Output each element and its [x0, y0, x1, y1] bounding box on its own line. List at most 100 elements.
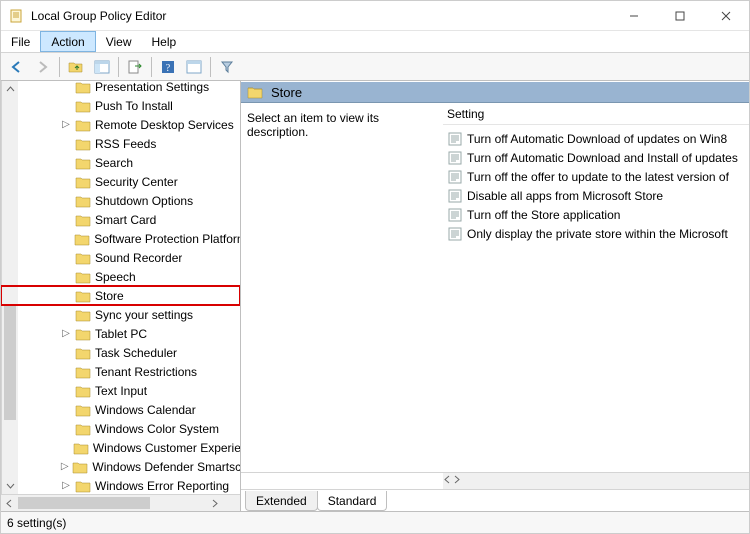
tree-item[interactable]: Windows Color System	[1, 419, 240, 438]
view-tabs: Extended Standard	[241, 489, 749, 511]
setting-label: Disable all apps from Microsoft Store	[467, 189, 663, 203]
tree-item-label: Sync your settings	[95, 308, 193, 322]
expand-icon[interactable]: ▷	[57, 481, 75, 491]
category-title: Store	[271, 85, 302, 100]
filter-button[interactable]	[215, 56, 239, 78]
tree-item[interactable]: Windows Customer Experience	[1, 438, 240, 457]
setting-item[interactable]: Only display the private store within th…	[443, 224, 749, 243]
folder-icon	[75, 289, 91, 303]
scroll-track[interactable]	[18, 495, 206, 511]
setting-item[interactable]: Turn off Automatic Download and Install …	[443, 148, 749, 167]
tab-standard[interactable]: Standard	[317, 491, 388, 511]
setting-item[interactable]: Turn off the offer to update to the late…	[443, 167, 749, 186]
setting-item[interactable]: Turn off the Store application	[443, 205, 749, 224]
minimize-button[interactable]	[611, 1, 657, 31]
folder-icon	[75, 384, 91, 398]
menu-help[interactable]: Help	[142, 31, 187, 52]
tree-item[interactable]: Windows Calendar	[1, 400, 240, 419]
tree-item[interactable]: ▷Windows Error Reporting	[1, 476, 240, 494]
tree-item[interactable]: ▷Tablet PC	[1, 324, 240, 343]
folder-icon	[75, 175, 91, 189]
tree-vertical-scrollbar[interactable]	[1, 81, 18, 494]
tree-item-label: Search	[95, 156, 133, 170]
menu-action[interactable]: Action	[40, 31, 95, 52]
tree-item[interactable]: Smart Card	[1, 210, 240, 229]
tree-view[interactable]: Presentation Settings Push To Install▷Rem…	[1, 81, 240, 494]
column-header-setting[interactable]: Setting	[443, 103, 749, 125]
toolbar: ?	[1, 53, 749, 81]
description-prompt: Select an item to view its description.	[247, 111, 379, 139]
tree-item-label: Presentation Settings	[95, 81, 209, 94]
folder-icon	[75, 137, 91, 151]
tree-item[interactable]: ▷Remote Desktop Services	[1, 115, 240, 134]
menu-view[interactable]: View	[96, 31, 142, 52]
folder-icon	[75, 81, 91, 94]
tree-item[interactable]: Software Protection Platform	[1, 229, 240, 248]
tree-item-label: RSS Feeds	[95, 137, 156, 151]
folder-icon	[73, 441, 89, 455]
tree-item[interactable]: RSS Feeds	[1, 134, 240, 153]
back-button[interactable]	[5, 56, 29, 78]
show-hide-tree-button[interactable]	[90, 56, 114, 78]
statusbar: 6 setting(s)	[1, 511, 749, 533]
export-list-button[interactable]	[123, 56, 147, 78]
tree-item[interactable]: Sync your settings	[1, 305, 240, 324]
gpedit-window: Local Group Policy Editor File Action Vi…	[0, 0, 750, 534]
menu-file[interactable]: File	[1, 31, 40, 52]
scroll-right-button[interactable]	[206, 495, 223, 511]
toolbar-separator	[59, 57, 60, 77]
folder-icon	[74, 232, 90, 246]
app-icon	[9, 8, 25, 24]
scroll-left-button[interactable]	[1, 495, 18, 511]
tree-horizontal-scrollbar[interactable]	[1, 494, 240, 511]
folder-icon	[75, 365, 91, 379]
scroll-thumb[interactable]	[18, 497, 150, 509]
tree-item[interactable]: Store	[1, 286, 240, 305]
close-button[interactable]	[703, 1, 749, 31]
folder-icon	[75, 99, 91, 113]
forward-button[interactable]	[31, 56, 55, 78]
tree-item-label: Windows Color System	[95, 422, 219, 436]
tree-item[interactable]: Push To Install	[1, 96, 240, 115]
folder-icon	[75, 327, 91, 341]
tree-item[interactable]: Security Center	[1, 172, 240, 191]
expand-icon[interactable]: ▷	[57, 329, 75, 339]
setting-item[interactable]: Turn off Automatic Download of updates o…	[443, 129, 749, 148]
toolbar-separator	[210, 57, 211, 77]
setting-item[interactable]: Disable all apps from Microsoft Store	[443, 186, 749, 205]
folder-icon	[75, 422, 91, 436]
scroll-track[interactable]	[2, 98, 18, 477]
help-button[interactable]: ?	[156, 56, 180, 78]
detail-row: Select an item to view its description. …	[241, 103, 749, 472]
tree-item[interactable]: Shutdown Options	[1, 191, 240, 210]
expand-icon[interactable]: ▷	[57, 462, 72, 472]
folder-icon	[247, 85, 263, 99]
details-horizontal-scrollbar[interactable]	[241, 472, 749, 489]
scroll-left-button[interactable]	[443, 473, 452, 489]
setting-label: Turn off Automatic Download of updates o…	[467, 132, 727, 146]
maximize-button[interactable]	[657, 1, 703, 31]
properties-button[interactable]	[182, 56, 206, 78]
folder-icon	[75, 251, 91, 265]
tree-item[interactable]: Tenant Restrictions	[1, 362, 240, 381]
tree-item-label: Text Input	[95, 384, 147, 398]
tab-extended[interactable]: Extended	[245, 491, 318, 511]
tree-item-label: Tenant Restrictions	[95, 365, 197, 379]
tree-item[interactable]: Sound Recorder	[1, 248, 240, 267]
setting-label: Turn off the Store application	[467, 208, 620, 222]
policy-icon	[447, 188, 463, 204]
tree-item[interactable]: Presentation Settings	[1, 81, 240, 96]
tree-item-label: Speech	[95, 270, 136, 284]
tree-item[interactable]: ▷Windows Defender Smartscreen	[1, 457, 240, 476]
expand-icon[interactable]: ▷	[57, 120, 75, 130]
tree-item[interactable]: Speech	[1, 267, 240, 286]
up-one-level-button[interactable]	[64, 56, 88, 78]
tree-item[interactable]: Search	[1, 153, 240, 172]
scroll-thumb[interactable]	[4, 306, 16, 420]
folder-icon	[75, 213, 91, 227]
tree-item[interactable]: Text Input	[1, 381, 240, 400]
tree-item[interactable]: Task Scheduler	[1, 343, 240, 362]
settings-list-body[interactable]: Turn off Automatic Download of updates o…	[443, 125, 749, 472]
tree-item-label: Windows Calendar	[95, 403, 196, 417]
scroll-right-button[interactable]	[452, 473, 461, 489]
